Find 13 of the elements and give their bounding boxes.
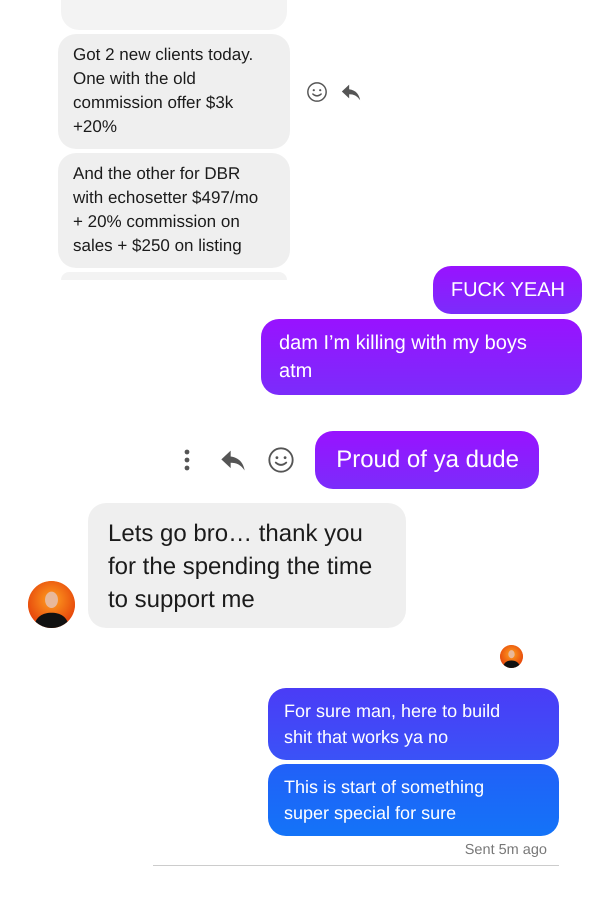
message-bubble: This is start of something super special for sure <box>268 764 559 836</box>
status-text: Sent 5m ago <box>464 841 548 860</box>
emoji-icon[interactable] <box>306 80 328 102</box>
message-bubble: Lets go bro… thank you for the spending the time to support me <box>88 503 406 628</box>
avatar[interactable] <box>500 645 523 668</box>
message-bubble: Got 2 new clients today. One with the old commission offer $3k +20% <box>58 34 290 149</box>
emoji-icon[interactable] <box>267 446 296 474</box>
message-bubble: FUCK YEAH <box>432 266 582 314</box>
message-bubble: Proud of ya dude <box>315 431 539 489</box>
avatar[interactable] <box>28 581 75 628</box>
message-bubble: dam I’m killing with my boys atm <box>261 319 582 395</box>
message-bubble: And the other for DBR with echosetter $497/mo + 20% commission on sales + $250 on listing <box>58 153 290 268</box>
message-bubble: For sure man, here to build shit that works ya no <box>268 688 559 760</box>
